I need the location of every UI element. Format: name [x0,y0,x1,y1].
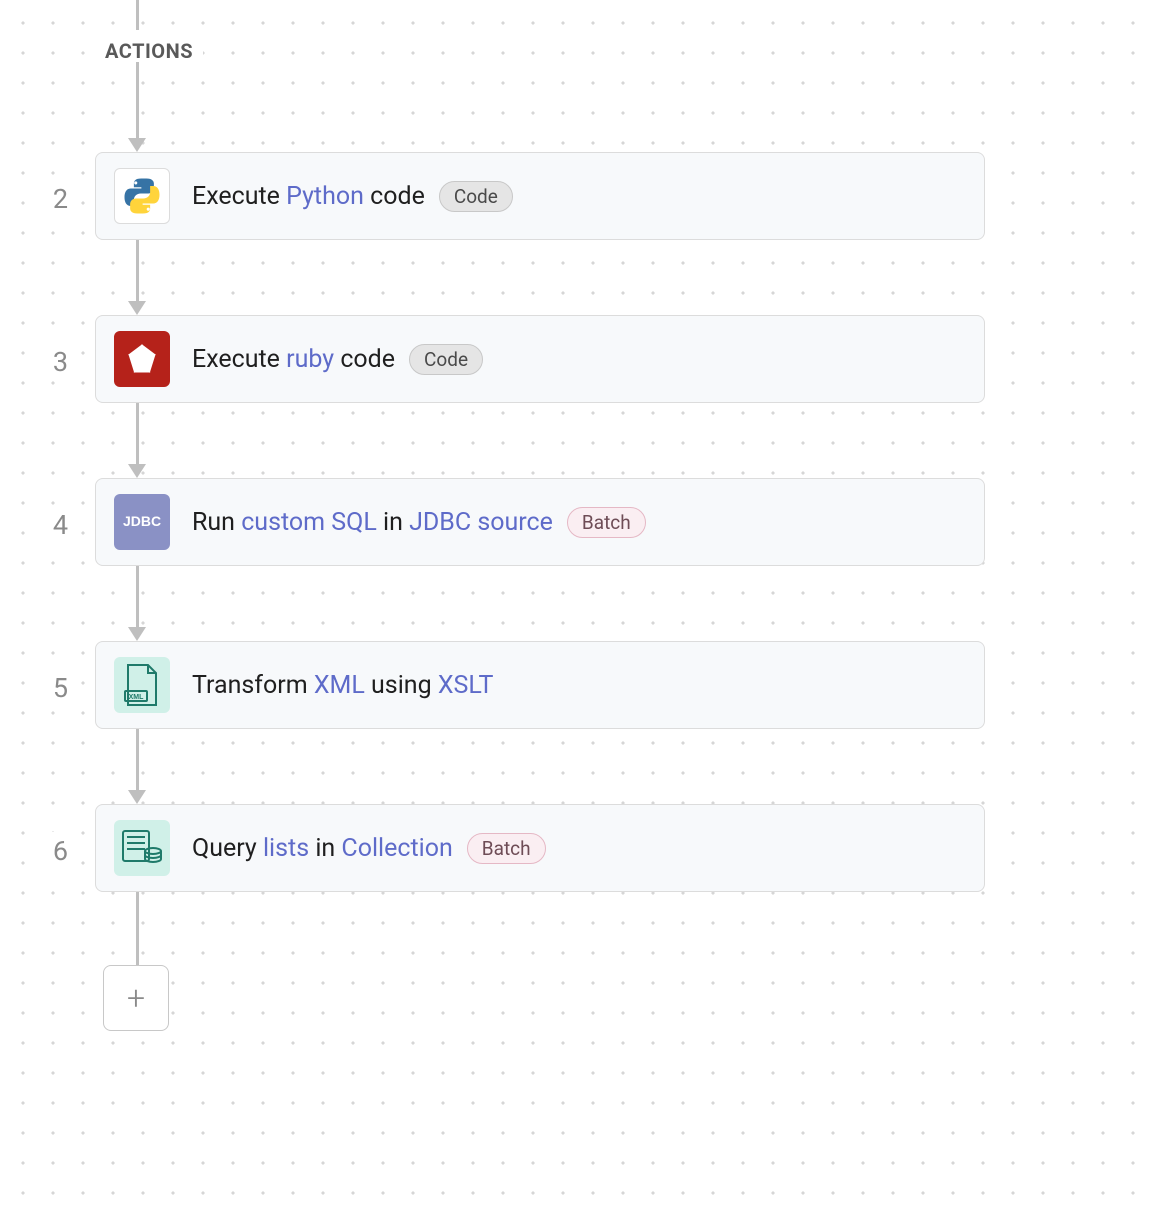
jdbc-icon: JDBC [114,494,170,550]
plus-icon: + [127,979,145,1017]
connector-line [136,403,139,464]
action-step[interactable]: Query lists in Collection Batch [95,804,985,892]
connector-line [136,0,139,30]
step-number: 5 [38,669,68,707]
collection-icon [114,820,170,876]
add-step-button[interactable]: + [103,965,169,1031]
python-icon [114,168,170,224]
action-badge: Code [409,344,483,375]
step-number: 2 [38,180,68,218]
action-text: code [334,345,395,374]
action-text: using [365,671,438,700]
action-label: Execute Python code Code [192,181,513,212]
action-label: Query lists in Collection Batch [192,833,546,864]
action-text: in [309,834,341,863]
action-text: Run [192,508,241,537]
action-badge: Batch [467,833,546,864]
action-link-text: ruby [286,345,334,374]
action-text: code [364,182,425,211]
svg-text:JDBC: JDBC [123,513,161,529]
action-step[interactable]: JDBC Run custom SQL in JDBC source Batch [95,478,985,566]
action-link-text: custom SQL [241,508,377,537]
connector-arrow-icon [128,790,146,804]
action-link-text: JDBC source [409,508,553,537]
connector-line [136,240,139,301]
connector-line [136,566,139,627]
action-link-text: XSLT [438,671,494,700]
action-link-text: Collection [341,834,452,863]
connector-line [136,62,139,138]
connector-line [136,729,139,790]
connector-arrow-icon [128,627,146,641]
xml-icon: XML [114,657,170,713]
action-step[interactable]: Execute Python code Code [95,152,985,240]
step-number: 4 [38,506,68,544]
action-text: Transform [192,671,314,700]
connector-arrow-icon [128,301,146,315]
action-text: Query [192,834,263,863]
action-text: Execute [192,345,286,374]
step-number: 3 [38,343,68,381]
action-text: Execute [192,182,286,211]
action-link-text: lists [263,834,309,863]
ruby-icon [114,331,170,387]
actions-section-label: ACTIONS [95,35,203,67]
connector-line [136,892,139,965]
action-label: Transform XML using XSLT [192,671,493,700]
action-link-text: Python [286,182,364,211]
action-badge: Code [439,181,513,212]
action-label: Execute ruby code Code [192,344,483,375]
connector-arrow-icon [128,138,146,152]
action-link-text: XML [314,671,365,700]
svg-text:XML: XML [129,694,145,701]
action-text: in [377,508,409,537]
connector-arrow-icon [128,464,146,478]
action-badge: Batch [567,507,646,538]
action-step[interactable]: Execute ruby code Code [95,315,985,403]
action-step[interactable]: XML Transform XML using XSLT [95,641,985,729]
step-number: 6 [38,832,68,870]
action-label: Run custom SQL in JDBC source Batch [192,507,646,538]
